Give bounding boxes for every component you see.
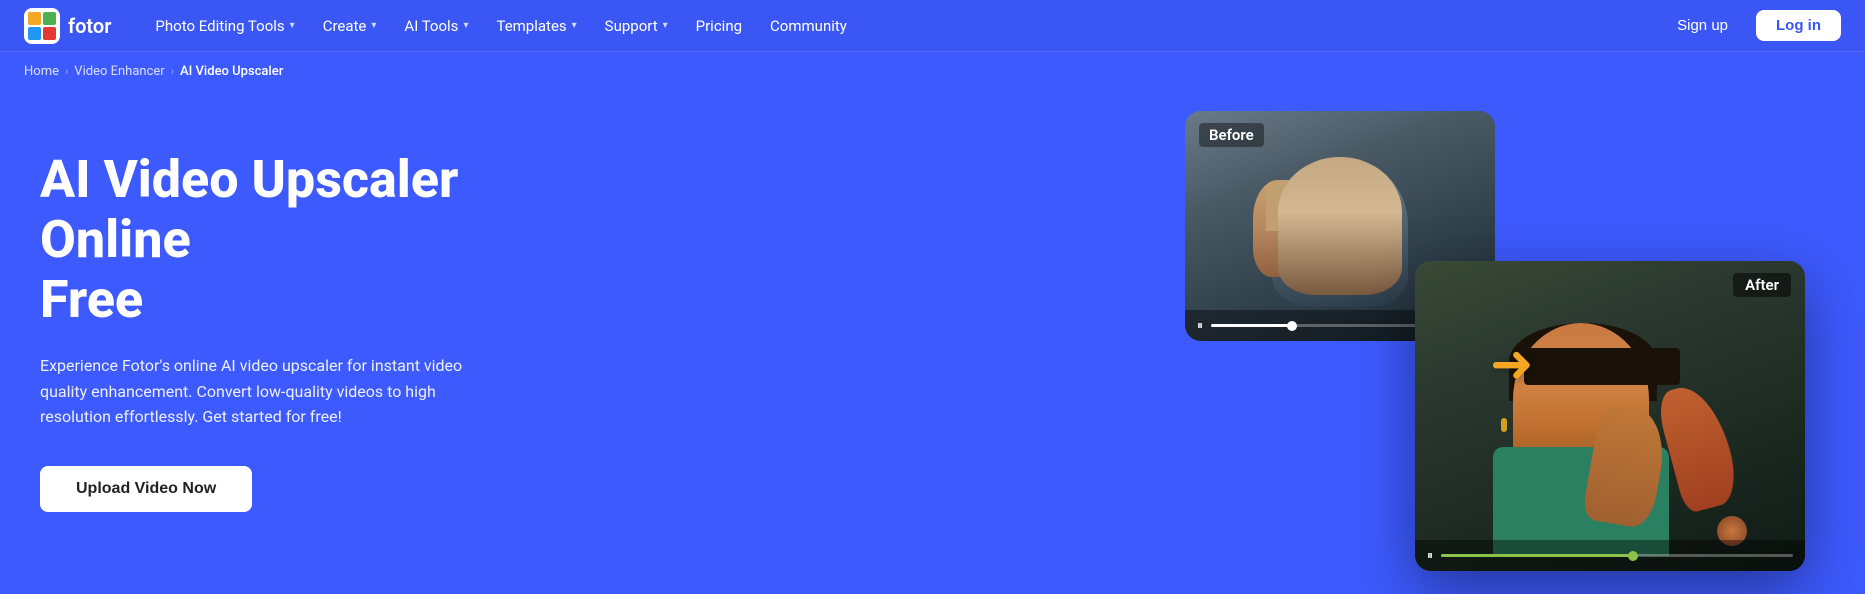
after-earring [1501,418,1507,432]
breadcrumb: Home › Video Enhancer › AI Video Upscale… [0,52,1865,91]
video-comparison: Before ⏸ ➜ [1185,111,1805,571]
before-arm [1253,180,1315,277]
login-button[interactable]: Log in [1756,10,1841,41]
pause-icon: ⏸ [1197,318,1203,333]
upload-video-button[interactable]: Upload Video Now [40,466,252,512]
after-progress-dot [1628,551,1638,561]
after-card: After ⏸ [1415,261,1805,571]
before-face [1278,173,1396,237]
chevron-down-icon: ▾ [371,20,376,31]
chevron-down-icon: ▾ [463,20,468,31]
breadcrumb-current: AI Video Upscaler [180,64,283,79]
nav-item-templates[interactable]: Templates ▾ [484,11,588,41]
before-progress-dot [1287,321,1297,331]
after-label: After [1733,273,1791,297]
breadcrumb-video-enhancer[interactable]: Video Enhancer [74,64,164,79]
before-progress-fill [1211,324,1293,327]
nav-item-community[interactable]: Community [758,11,859,41]
hero-section: AI Video Upscaler Online Free Experience… [0,91,1865,581]
nav-item-support[interactable]: Support ▾ [593,11,680,41]
pause-icon-after: ⏸ [1427,548,1433,563]
hero-content: AI Video Upscaler Online Free Experience… [40,150,600,512]
chevron-down-icon: ▾ [290,20,295,31]
after-controls[interactable]: ⏸ [1415,540,1805,571]
logo-icon [24,8,60,44]
breadcrumb-separator: › [171,65,174,78]
after-progress-bar[interactable] [1441,554,1793,557]
nav-item-create[interactable]: Create ▾ [311,11,389,41]
nav-item-pricing[interactable]: Pricing [684,11,754,41]
after-video-frame [1415,261,1805,571]
after-progress-fill [1441,554,1635,557]
nav-item-ai-tools[interactable]: AI Tools ▾ [392,11,480,41]
before-label: Before [1199,123,1264,147]
brand-name: fotor [68,14,111,38]
hero-title: AI Video Upscaler Online Free [40,150,600,329]
arrow-icon: ➜ [1490,334,1534,395]
nav-item-photo-editing[interactable]: Photo Editing Tools ▾ [143,11,306,41]
before-person [1272,157,1408,307]
after-hair-detail [1524,348,1680,385]
navigation: fotor Photo Editing Tools ▾ Create ▾ AI … [0,0,1865,52]
breadcrumb-home[interactable]: Home [24,64,59,79]
before-dress-strap [1266,180,1359,231]
hero-description: Experience Fotor's online AI video upsca… [40,353,500,430]
chevron-down-icon: ▾ [572,20,577,31]
breadcrumb-separator: › [65,65,68,78]
nav-menu: Photo Editing Tools ▾ Create ▾ AI Tools … [143,11,1661,41]
signup-button[interactable]: Sign up [1661,10,1744,41]
chevron-down-icon: ▾ [663,20,668,31]
logo[interactable]: fotor [24,8,111,44]
nav-actions: Sign up Log in [1661,10,1841,41]
